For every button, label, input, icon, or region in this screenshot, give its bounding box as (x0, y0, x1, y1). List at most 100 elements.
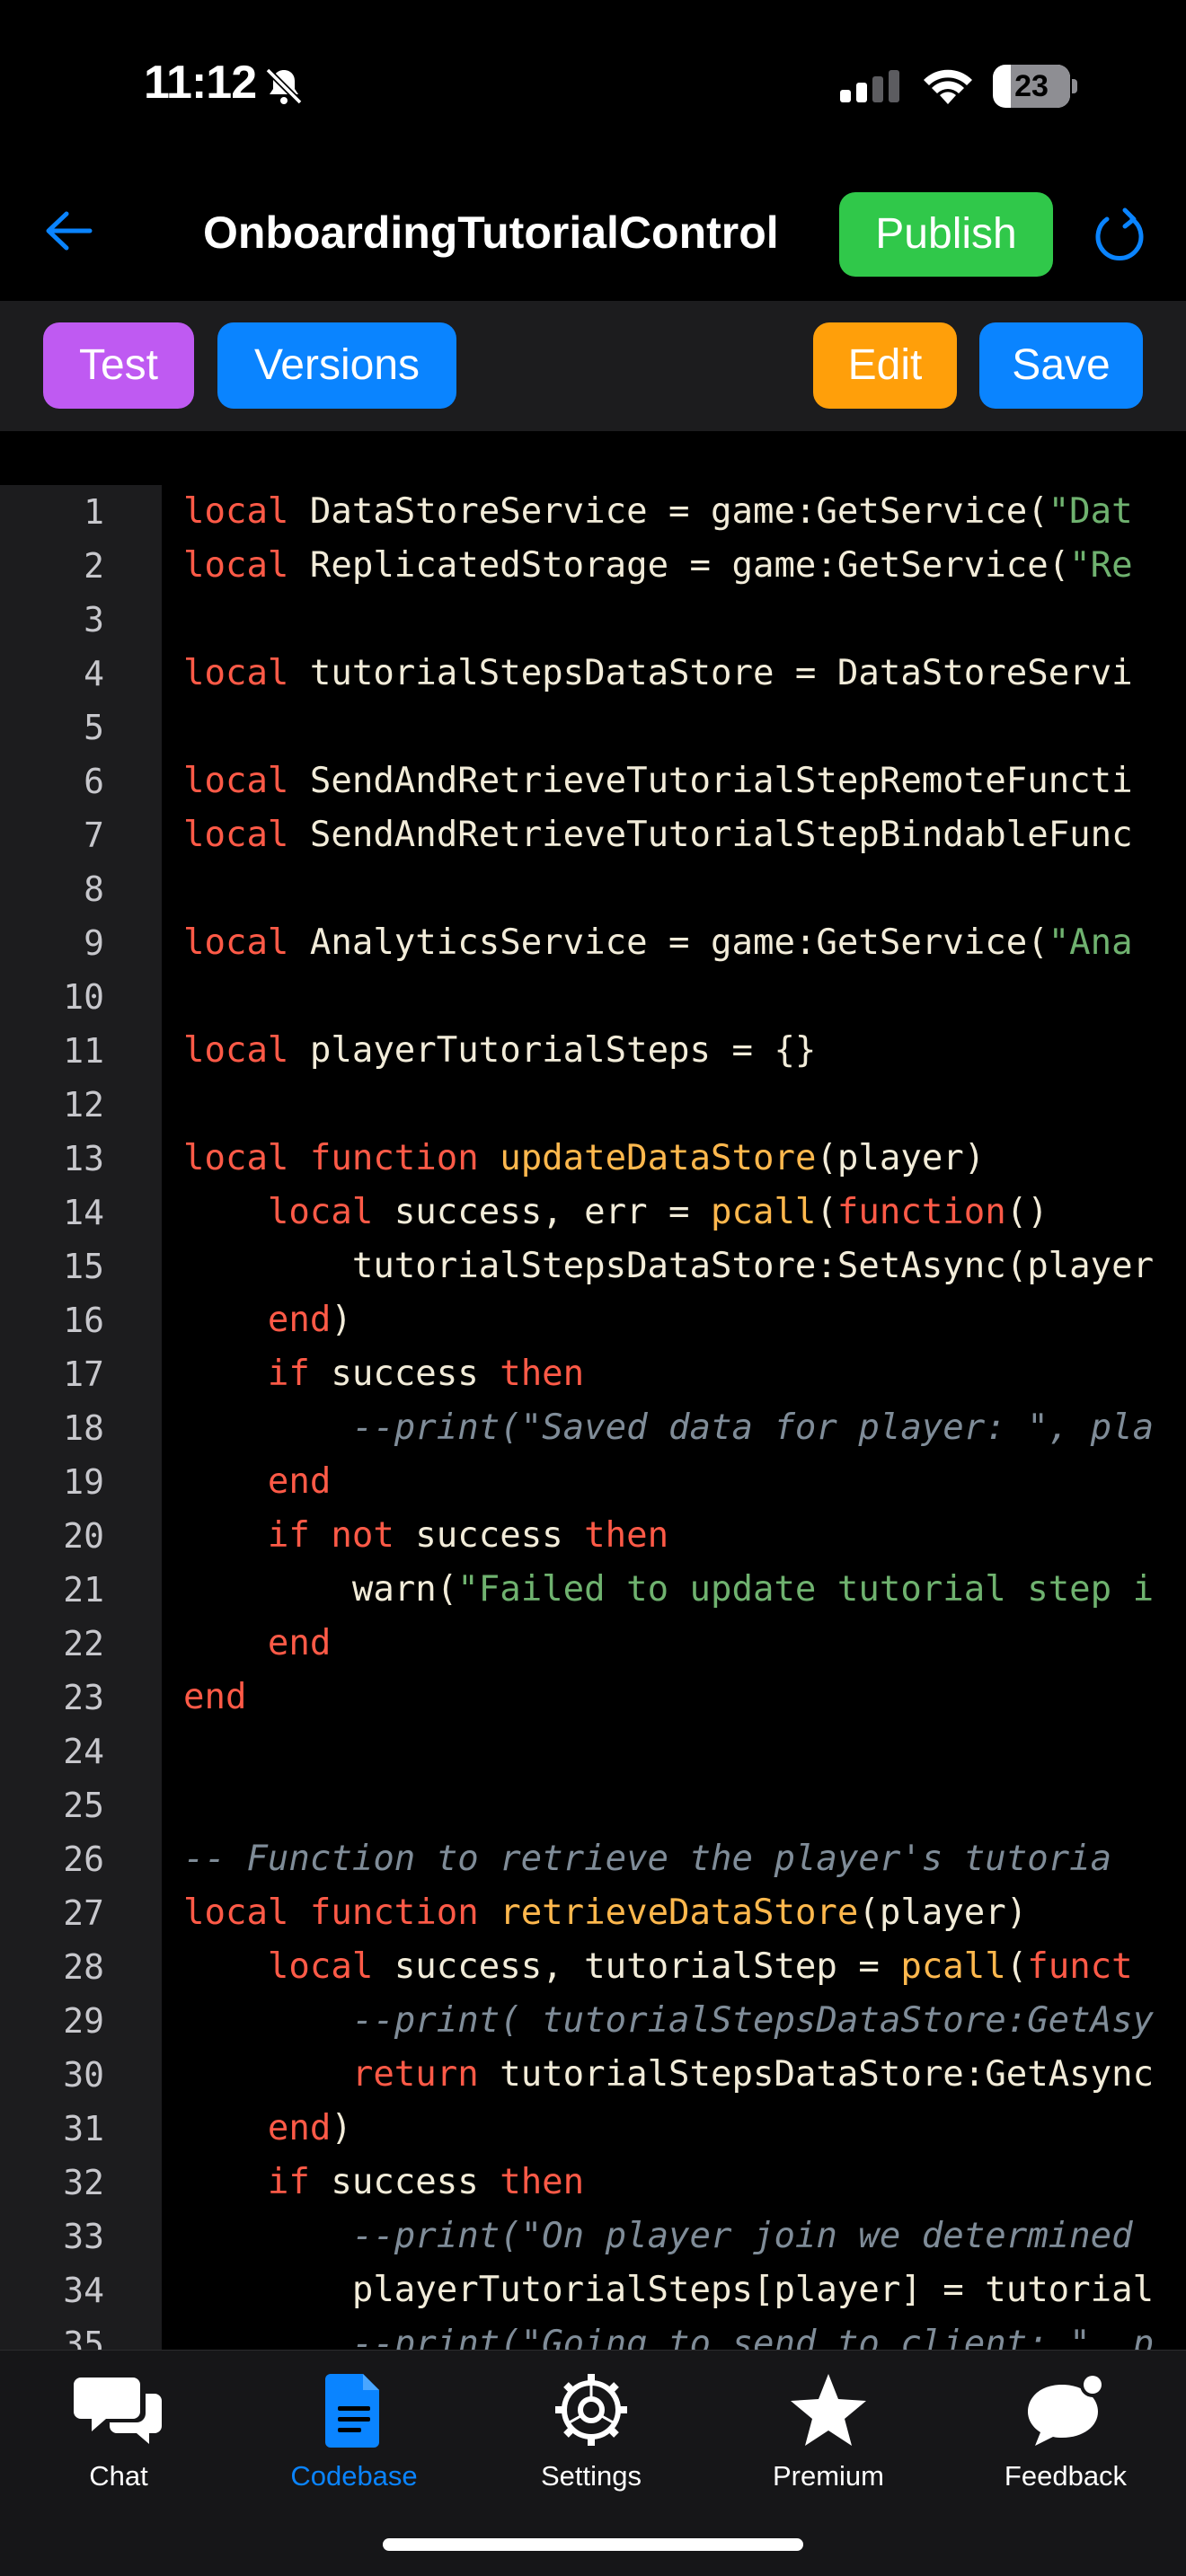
code-line[interactable]: 35 --print("Going to send to client: ", … (0, 2317, 1186, 2350)
code-line[interactable]: 10 (0, 970, 1186, 1024)
code-token: success (331, 1354, 500, 1394)
edit-button[interactable]: Edit (813, 322, 957, 409)
code-token: then (500, 2162, 585, 2202)
code-line[interactable]: 19 end (0, 1455, 1186, 1509)
code-token: AnalyticsService = game:GetService( (309, 922, 1049, 963)
code-token: local (183, 1030, 310, 1071)
code-token: then (584, 1515, 669, 1556)
code-line[interactable]: 3 (0, 593, 1186, 647)
status-bar: 11:12 23 (0, 0, 1186, 171)
line-number: 18 (63, 1408, 104, 1448)
code-token: if (267, 2162, 332, 2202)
code-line[interactable]: 22 end (0, 1617, 1186, 1671)
code-line[interactable]: 23 end (0, 1671, 1186, 1725)
code-line[interactable]: 5 (0, 701, 1186, 754)
code-token: retrieveDataStore (500, 1892, 859, 1933)
tab-label: Premium (772, 2460, 884, 2492)
code-text: warn("Failed to update tutorial step i (183, 1563, 1154, 1617)
codebase-icon (325, 2374, 379, 2448)
code-line[interactable]: 17 if success then (0, 1347, 1186, 1401)
test-button[interactable]: Test (43, 322, 194, 409)
code-line[interactable]: 31 end) (0, 2102, 1186, 2156)
publish-button[interactable]: Publish (839, 192, 1053, 277)
code-token: "Failed to update tutorial step i (457, 1569, 1155, 1610)
code-line[interactable]: 13 local function updateDataStore(player) (0, 1132, 1186, 1186)
bell-slash-icon (265, 67, 303, 105)
code-line[interactable]: 11 local playerTutorialSteps = {} (0, 1024, 1186, 1078)
code-token: end (267, 1300, 332, 1340)
line-number: 12 (63, 1085, 104, 1125)
code-token: local (183, 653, 310, 693)
tab-label: Chat (89, 2460, 148, 2492)
code-line[interactable]: 6 local SendAndRetrieveTutorialStepRemote… (0, 754, 1186, 808)
code-line[interactable]: 8 (0, 862, 1186, 916)
code-line[interactable]: 33 --print("On player join we determined (0, 2210, 1186, 2263)
code-line[interactable]: 18 --print("Saved data for player: ", pl… (0, 1401, 1186, 1455)
line-number: 31 (63, 2109, 104, 2148)
code-line[interactable]: 34 playerTutorialSteps[player] = tutoria… (0, 2263, 1186, 2317)
line-number: 23 (63, 1678, 104, 1717)
code-line[interactable]: 26 -- Function to retrieve the player's t… (0, 1832, 1186, 1886)
code-line[interactable]: 25 (0, 1778, 1186, 1832)
line-number: 34 (63, 2271, 104, 2310)
back-arrow-icon[interactable] (43, 208, 93, 253)
code-text: end (183, 1617, 331, 1671)
code-line[interactable]: 2 local ReplicatedStorage = game:GetServi… (0, 539, 1186, 593)
code-token: funct (1027, 1946, 1133, 1987)
code-editor[interactable]: 1 local DataStoreService = game:GetServic… (0, 485, 1186, 2350)
code-line[interactable]: 4 local tutorialStepsDataStore = DataStor… (0, 647, 1186, 701)
tab-label: Codebase (290, 2460, 418, 2492)
code-line[interactable]: 1 local DataStoreService = game:GetServic… (0, 485, 1186, 539)
line-number: 3 (84, 600, 104, 640)
code-line[interactable]: 16 end) (0, 1293, 1186, 1347)
code-text: local function retrieveDataStore(player) (183, 1886, 1027, 1940)
code-token: function (309, 1138, 500, 1178)
code-line[interactable]: 21 warn("Failed to update tutorial step … (0, 1563, 1186, 1617)
code-text: --print("Saved data for player: ", pla (183, 1401, 1154, 1455)
line-number: 17 (63, 1354, 104, 1394)
code-line[interactable]: 28 local success, tutorialStep = pcall(f… (0, 1940, 1186, 1994)
tab-codebase[interactable]: Codebase (255, 2372, 453, 2516)
line-number: 9 (84, 923, 104, 963)
line-number: 7 (84, 816, 104, 855)
code-line[interactable]: 27 local function retrieveDataStore(playe… (0, 1886, 1186, 1940)
line-number: 15 (63, 1247, 104, 1286)
tab-settings[interactable]: Settings (492, 2372, 690, 2516)
tab-feedback[interactable]: Feedback (967, 2372, 1164, 2516)
code-line[interactable]: 9 local AnalyticsService = game:GetServic… (0, 916, 1186, 970)
code-token: if (267, 1354, 332, 1394)
code-line[interactable]: 15 tutorialStepsDataStore:SetAsync(playe… (0, 1239, 1186, 1293)
code-line[interactable]: 14 local success, err = pcall(function() (0, 1186, 1186, 1239)
code-line[interactable]: 7 local SendAndRetrieveTutorialStepBindab… (0, 808, 1186, 862)
tab-chat[interactable]: Chat (20, 2372, 217, 2516)
code-line[interactable]: 30 return tutorialStepsDataStore:GetAsyn… (0, 2048, 1186, 2102)
code-line[interactable]: 32 if success then (0, 2156, 1186, 2210)
code-token: --print("On player join we determined (351, 2216, 1155, 2256)
code-token: return (351, 2054, 500, 2095)
code-token: warn( (183, 1569, 458, 1610)
line-number: 30 (63, 2055, 104, 2095)
tab-premium[interactable]: Premium (730, 2372, 927, 2516)
code-line[interactable]: 12 (0, 1078, 1186, 1132)
code-token: -- Function to retrieve the player's tut… (183, 1839, 1112, 1879)
cellular-signal-icon (840, 70, 899, 102)
line-number: 24 (63, 1732, 104, 1771)
battery-indicator: 23 (993, 65, 1077, 108)
code-line[interactable]: 24 (0, 1725, 1186, 1778)
code-token: local (183, 1892, 310, 1933)
code-token: updateDataStore (500, 1138, 817, 1178)
home-indicator[interactable] (383, 2538, 803, 2551)
save-button[interactable]: Save (979, 322, 1143, 409)
code-token: tutorialStepsDataStore:SetAsync(player (183, 1246, 1155, 1286)
code-line[interactable]: 29 --print( tutorialStepsDataStore:GetAs… (0, 1994, 1186, 2048)
code-line[interactable]: 20 if not success then (0, 1509, 1186, 1563)
code-token: SendAndRetrieveTutorialStepRemoteFuncti (309, 761, 1133, 801)
versions-button[interactable]: Versions (217, 322, 456, 409)
refresh-icon[interactable] (1093, 207, 1146, 262)
code-token: end (267, 1623, 332, 1663)
